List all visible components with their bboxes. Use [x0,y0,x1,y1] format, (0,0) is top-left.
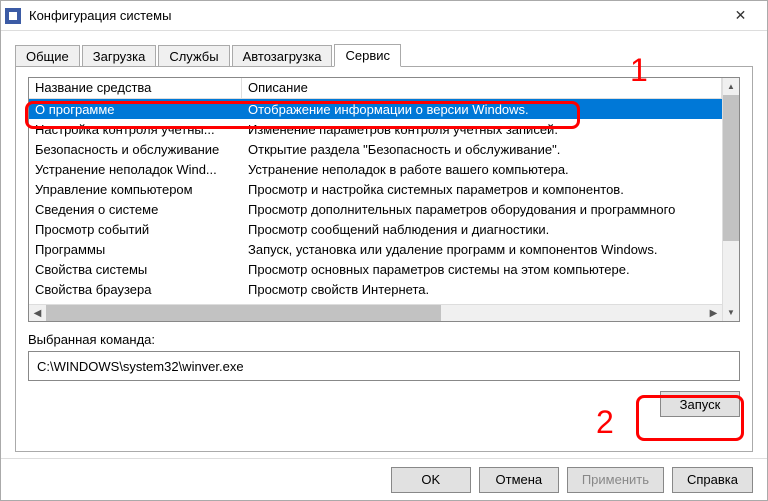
cancel-button[interactable]: Отмена [479,467,559,493]
table-row[interactable]: Управление компьютеромПросмотр и настрой… [29,179,722,199]
tabstrip: Общие Загрузка Службы Автозагрузка Серви… [15,41,753,66]
hscroll-track[interactable] [46,305,705,322]
titlebar[interactable]: Конфигурация системы ✕ [1,1,767,31]
launch-button[interactable]: Запуск [660,391,740,417]
table-row[interactable]: Устранение неполадок Wind...Устранение н… [29,159,722,179]
tab-startup[interactable]: Автозагрузка [232,45,333,67]
selected-command-box: C:\WINDOWS\system32\winver.exe [28,351,740,381]
help-button[interactable]: Справка [672,467,753,493]
header-description[interactable]: Описание [242,78,722,99]
close-button[interactable]: ✕ [718,2,763,30]
table-row[interactable]: Безопасность и обслуживаниеОткрытие разд… [29,139,722,159]
table-row[interactable]: Просмотр событийПросмотр сообщений наблю… [29,219,722,239]
cell-description: Устранение неполадок в работе вашего ком… [242,161,722,178]
horizontal-scrollbar[interactable]: ◀ ▶ [29,304,722,321]
launch-row: Запуск [28,391,740,417]
scroll-down-icon[interactable]: ▼ [723,304,739,321]
tab-tools[interactable]: Сервис [334,44,401,67]
tab-services[interactable]: Службы [158,45,229,67]
scroll-up-icon[interactable]: ▲ [723,78,739,95]
tab-panel-tools: Название средства Описание О программеОт… [15,66,753,452]
vscroll-track[interactable] [723,95,739,304]
cell-description: Открытие раздела "Безопасность и обслужи… [242,141,722,158]
cell-description: Просмотр основных параметров системы на … [242,261,722,278]
table-row[interactable]: Свойства системыПросмотр основных параме… [29,259,722,279]
cell-name: О программе [29,101,242,118]
listview-rows: О программеОтображение информации о верс… [29,99,722,304]
selected-command-label: Выбранная команда: [28,332,740,347]
listview-main: Название средства Описание О программеОт… [29,78,722,321]
window-title: Конфигурация системы [29,8,718,23]
table-row[interactable]: ПрограммыЗапуск, установка или удаление … [29,239,722,259]
table-row[interactable]: О программеОтображение информации о верс… [29,99,722,119]
cell-description: Изменение параметров контроля учетных за… [242,121,722,138]
cell-name: Безопасность и обслуживание [29,141,242,158]
app-icon [5,8,21,24]
system-config-window: Конфигурация системы ✕ Общие Загрузка Сл… [0,0,768,501]
tab-boot[interactable]: Загрузка [82,45,157,67]
cell-description: Просмотр и настройка системных параметро… [242,181,722,198]
table-row[interactable]: Настройка контроля учетны...Изменение па… [29,119,722,139]
cell-name: Управление компьютером [29,181,242,198]
cell-description: Отображение информации о версии Windows. [242,101,722,118]
ok-button[interactable]: OK [391,467,471,493]
cell-description: Запуск, установка или удаление программ … [242,241,722,258]
cell-name: Свойства системы [29,261,242,278]
cell-description: Просмотр дополнительных параметров обору… [242,201,722,218]
tab-general[interactable]: Общие [15,45,80,67]
vscroll-thumb[interactable] [723,95,739,241]
cell-name: Программы [29,241,242,258]
cell-name: Устранение неполадок Wind... [29,161,242,178]
vertical-scrollbar[interactable]: ▲ ▼ [722,78,739,321]
selected-command-text: C:\WINDOWS\system32\winver.exe [37,359,244,374]
cell-description: Просмотр сообщений наблюдения и диагност… [242,221,722,238]
listview-headers: Название средства Описание [29,78,722,99]
table-row[interactable]: Сведения о системеПросмотр дополнительны… [29,199,722,219]
window-body: Общие Загрузка Службы Автозагрузка Серви… [1,31,767,458]
cell-description: Просмотр свойств Интернета. [242,281,722,298]
header-name[interactable]: Название средства [29,78,242,99]
table-row[interactable]: Свойства браузераПросмотр свойств Интерн… [29,279,722,299]
dialog-buttons: OK Отмена Применить Справка [1,458,767,500]
cell-name: Просмотр событий [29,221,242,238]
cell-name: Свойства браузера [29,281,242,298]
scroll-left-icon[interactable]: ◀ [29,305,46,322]
apply-button[interactable]: Применить [567,467,664,493]
hscroll-thumb[interactable] [46,305,441,322]
tools-listview[interactable]: Название средства Описание О программеОт… [28,77,740,322]
cell-name: Настройка контроля учетны... [29,121,242,138]
cell-name: Сведения о системе [29,201,242,218]
scroll-right-icon[interactable]: ▶ [705,305,722,322]
